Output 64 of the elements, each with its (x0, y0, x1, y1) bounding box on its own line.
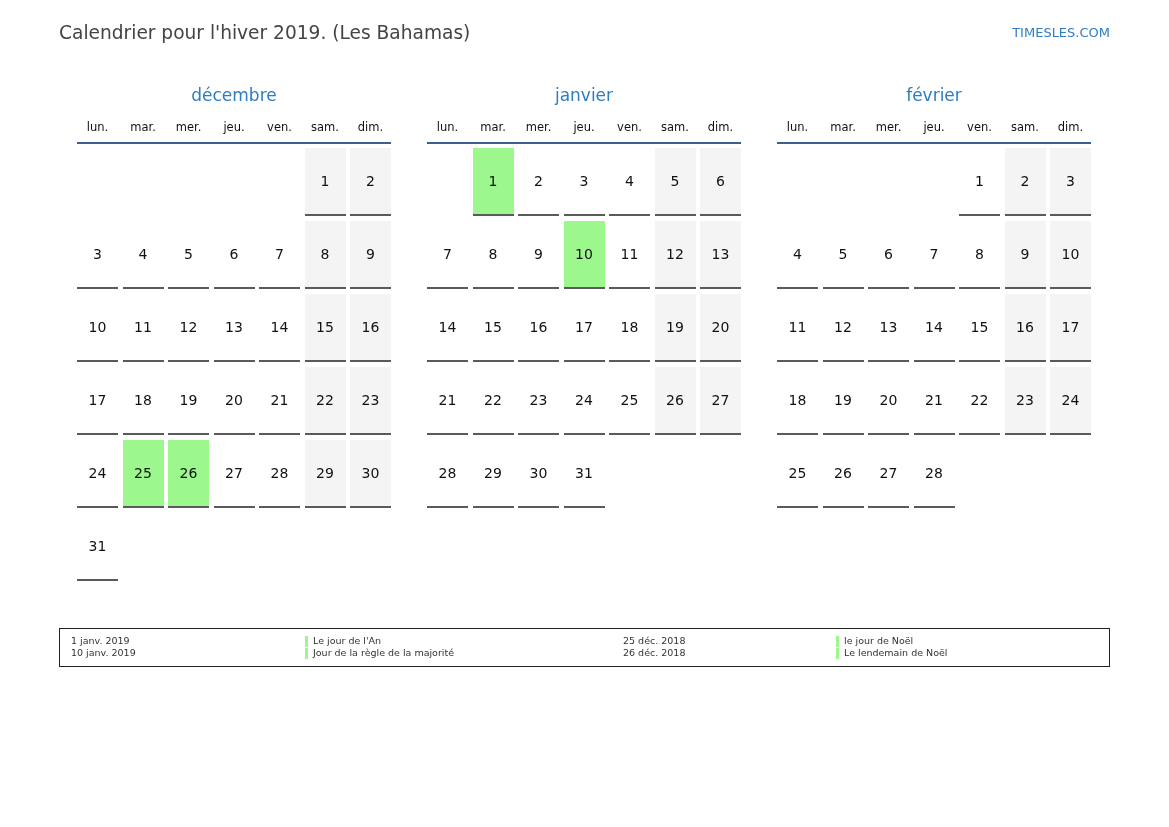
weekday-label: dim. (357, 119, 384, 135)
holiday-date: 10 janv. 2019 (71, 647, 136, 659)
day-cell: 10 (1050, 221, 1091, 289)
day-cell: 13 (700, 221, 741, 289)
day-cell: 24 (1050, 367, 1091, 435)
day-cell: 23 (350, 367, 391, 435)
page-title: Calendrier pour l'hiver 2019. (Les Bahamas) (59, 21, 471, 45)
day-cell: 10 (563, 221, 605, 289)
day-cell: 15 (304, 294, 346, 362)
weekday-label: ven. (617, 119, 642, 135)
month-title: décembre (191, 85, 277, 105)
day-cell: 30 (350, 440, 391, 508)
weekday-label: lun. (86, 119, 109, 135)
weekday-label: mer. (875, 119, 902, 135)
day-cell: 16 (1004, 294, 1046, 362)
weekday-label: jeu. (573, 119, 595, 135)
weekday-label: jeu. (923, 119, 945, 135)
day-cell: 1 (304, 148, 346, 216)
day-cell: 6 (700, 148, 741, 216)
day-cell: 2 (1004, 148, 1046, 216)
day-cell: 8 (304, 221, 346, 289)
day-cell: 3 (1050, 148, 1091, 216)
day-cell: 20 (700, 294, 741, 362)
site-link[interactable]: TIMESLES.COM (1012, 24, 1110, 42)
weekday-label: ven. (967, 119, 992, 135)
day-cell: 1 (472, 148, 514, 216)
holiday-name: Jour de la règle de la majorité (313, 647, 455, 659)
weekday-label: lun. (786, 119, 809, 135)
day-cell: 2 (350, 148, 391, 216)
weekday-label: lun. (436, 119, 459, 135)
weekday-label: mer. (525, 119, 552, 135)
weekday-label: mer. (175, 119, 202, 135)
weekday-label: mar. (130, 119, 156, 135)
month-title: février (906, 85, 962, 105)
holiday-date: 26 déc. 2018 (623, 647, 686, 659)
day-cell: 9 (350, 221, 391, 289)
holiday-name: le jour de Noël (844, 635, 914, 647)
day-cell: 26 (654, 367, 696, 435)
day-cell: 27 (700, 367, 741, 435)
day-cell: 19 (654, 294, 696, 362)
weekday-label: dim. (1057, 119, 1084, 135)
day-cell: 17 (1050, 294, 1091, 362)
day-cell: 12 (654, 221, 696, 289)
day-cell: 29 (304, 440, 346, 508)
day-cell: 23 (1004, 367, 1046, 435)
weekday-label: sam. (311, 119, 339, 135)
holiday-date: 25 déc. 2018 (623, 635, 686, 647)
weekday-label: dim. (707, 119, 734, 135)
day-cell: 9 (1004, 221, 1046, 289)
holiday-date: 1 janv. 2019 (71, 635, 130, 647)
weekday-label: sam. (1011, 119, 1039, 135)
weekday-label: sam. (661, 119, 689, 135)
weekday-label: jeu. (223, 119, 245, 135)
day-cell: 25 (122, 440, 164, 508)
day-cell: 5 (654, 148, 696, 216)
weekday-label: ven. (267, 119, 292, 135)
month-title: janvier (554, 85, 614, 105)
day-cell: 22 (304, 367, 346, 435)
weekday-label: mar. (830, 119, 856, 135)
day-cell: 16 (350, 294, 391, 362)
holiday-name: Le lendemain de Noël (844, 647, 948, 659)
holiday-name: Le jour de l'An (313, 635, 382, 647)
weekday-label: mar. (480, 119, 506, 135)
day-cell: 26 (168, 440, 209, 508)
